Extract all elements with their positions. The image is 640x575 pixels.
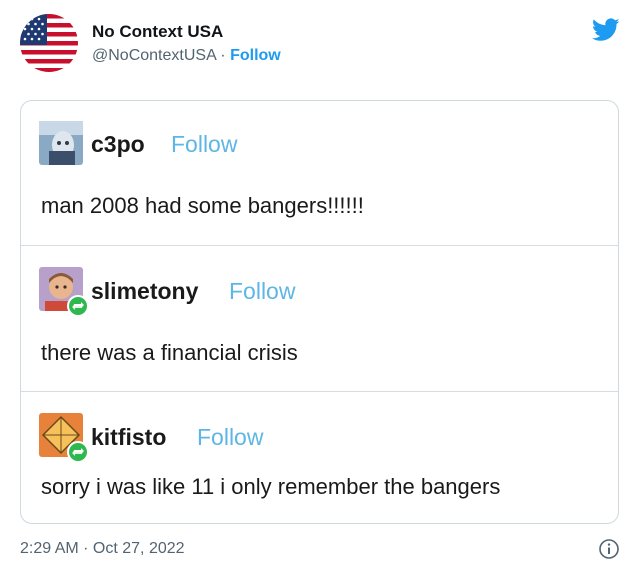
tweet-card: No Context USA @NoContextUSA · Follow c3… xyxy=(0,0,640,575)
author-name[interactable]: No Context USA xyxy=(92,22,223,42)
author-handle-row: @NoContextUSA · Follow xyxy=(92,47,281,65)
handle-separator: · xyxy=(215,47,231,64)
avatar[interactable] xyxy=(39,121,83,165)
post-text: man 2008 had some bangers!!!!!! xyxy=(41,193,364,218)
post-username[interactable]: slimetony xyxy=(91,278,198,305)
avatar[interactable] xyxy=(39,267,89,317)
reblog-icon xyxy=(67,441,89,463)
post-username[interactable]: kitfisto xyxy=(91,424,166,451)
embedded-tumblr-thread[interactable]: c3po Follow man 2008 had some bangers!!!… xyxy=(20,100,619,524)
reblog-icon xyxy=(67,295,89,317)
post-follow-button[interactable]: Follow xyxy=(197,424,263,451)
follow-button[interactable]: Follow xyxy=(230,47,281,64)
author-handle[interactable]: @NoContextUSA xyxy=(92,47,216,64)
post-follow-button[interactable]: Follow xyxy=(171,131,237,158)
list-item: slimetony Follow there was a financial c… xyxy=(21,245,618,391)
post-text: sorry i was like 11 i only remember the … xyxy=(41,474,501,499)
post-username[interactable]: c3po xyxy=(91,131,145,158)
tweet-header: No Context USA @NoContextUSA · Follow xyxy=(20,14,620,76)
tweet-footer: 2:29 AM · Oct 27, 2022 xyxy=(20,538,620,562)
post-text: there was a financial crisis xyxy=(41,340,298,365)
post-follow-button[interactable]: Follow xyxy=(229,278,295,305)
us-flag-avatar[interactable] xyxy=(20,14,78,72)
twitter-bird-icon[interactable] xyxy=(591,18,620,42)
list-item: kitfisto Follow sorry i was like 11 i on… xyxy=(21,391,618,523)
avatar[interactable] xyxy=(39,413,89,463)
list-item: c3po Follow man 2008 had some bangers!!!… xyxy=(21,101,618,245)
info-icon[interactable] xyxy=(598,538,620,560)
timestamp[interactable]: 2:29 AM · Oct 27, 2022 xyxy=(20,540,185,558)
